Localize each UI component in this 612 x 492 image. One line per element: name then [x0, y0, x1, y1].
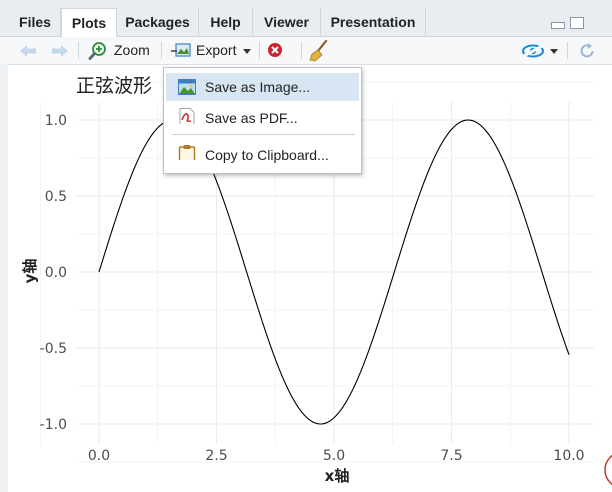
- y-tick-label: -0.5: [40, 341, 67, 357]
- minimize-pane-icon[interactable]: [551, 22, 565, 29]
- menu-item-label: Copy to Clipboard...: [205, 147, 329, 163]
- export-icon[interactable]: [170, 42, 192, 60]
- menu-item-save-as-pdf[interactable]: Save as PDF...: [166, 104, 359, 132]
- x-tick-label: 10.0: [553, 448, 584, 464]
- tab-packages[interactable]: Packages: [117, 8, 199, 36]
- toolbar-separator: [78, 42, 79, 59]
- back-arrow-icon[interactable]: [18, 44, 38, 58]
- plots-pane: Files Plots Packages Help Viewer Present…: [0, 0, 612, 492]
- menu-item-save-as-image[interactable]: Save as Image...: [166, 73, 359, 101]
- toolbar-separator: [301, 42, 302, 59]
- y-axis-label: y轴: [21, 259, 39, 284]
- plots-toolbar: Zoom Export: [0, 37, 612, 65]
- x-axis-label: x轴: [325, 467, 350, 485]
- menu-item-copy-to-clipboard[interactable]: Copy to Clipboard...: [166, 141, 359, 169]
- clipboard-icon: [178, 145, 196, 160]
- forward-arrow-icon[interactable]: [50, 44, 70, 58]
- y-axis-ticks: 1.0 0.5 0.0 -0.5 -1.0: [40, 113, 67, 433]
- chart-title: 正弦波形: [76, 75, 152, 97]
- tab-bar: Files Plots Packages Help Viewer Present…: [0, 0, 612, 37]
- zoom-button[interactable]: Zoom: [114, 37, 150, 64]
- tab-viewer[interactable]: Viewer: [253, 8, 321, 36]
- toolbar-separator: [259, 42, 260, 59]
- zoom-icon[interactable]: [88, 41, 108, 61]
- tab-files[interactable]: Files: [10, 8, 61, 36]
- y-tick-label: 1.0: [45, 113, 67, 129]
- toolbar-separator: [161, 42, 162, 59]
- maximize-pane-icon[interactable]: [570, 17, 584, 29]
- menu-item-label: Save as PDF...: [205, 110, 298, 126]
- publish-dropdown-chevron-icon[interactable]: [550, 49, 558, 55]
- y-tick-label: 0.0: [45, 265, 67, 281]
- refresh-icon[interactable]: [578, 42, 596, 60]
- clear-all-plots-broom-icon[interactable]: [309, 40, 329, 62]
- y-tick-label: 0.5: [45, 189, 67, 205]
- x-tick-label: 2.5: [205, 448, 227, 464]
- pdf-icon: [179, 108, 195, 124]
- tab-presentation[interactable]: Presentation: [321, 8, 426, 36]
- x-tick-label: 7.5: [440, 448, 462, 464]
- x-tick-label: 0.0: [88, 448, 110, 464]
- tab-plots[interactable]: Plots: [61, 8, 117, 37]
- tab-help[interactable]: Help: [199, 8, 253, 36]
- y-tick-label: -1.0: [40, 417, 67, 433]
- x-axis-ticks: 0.0 2.5 5.0 7.5 10.0: [88, 448, 585, 464]
- image-icon: [178, 79, 196, 95]
- publish-icon[interactable]: [522, 43, 546, 59]
- menu-separator: [172, 134, 355, 135]
- corner-badge-icon: [604, 454, 612, 486]
- export-dropdown-chevron-icon[interactable]: [243, 49, 251, 55]
- menu-item-label: Save as Image...: [205, 79, 311, 95]
- export-button[interactable]: Export: [196, 37, 236, 64]
- remove-plot-icon[interactable]: [267, 42, 283, 58]
- export-menu: Save as Image... Save as PDF... Copy to …: [163, 67, 362, 174]
- x-tick-label: 5.0: [323, 448, 345, 464]
- toolbar-separator: [567, 42, 568, 59]
